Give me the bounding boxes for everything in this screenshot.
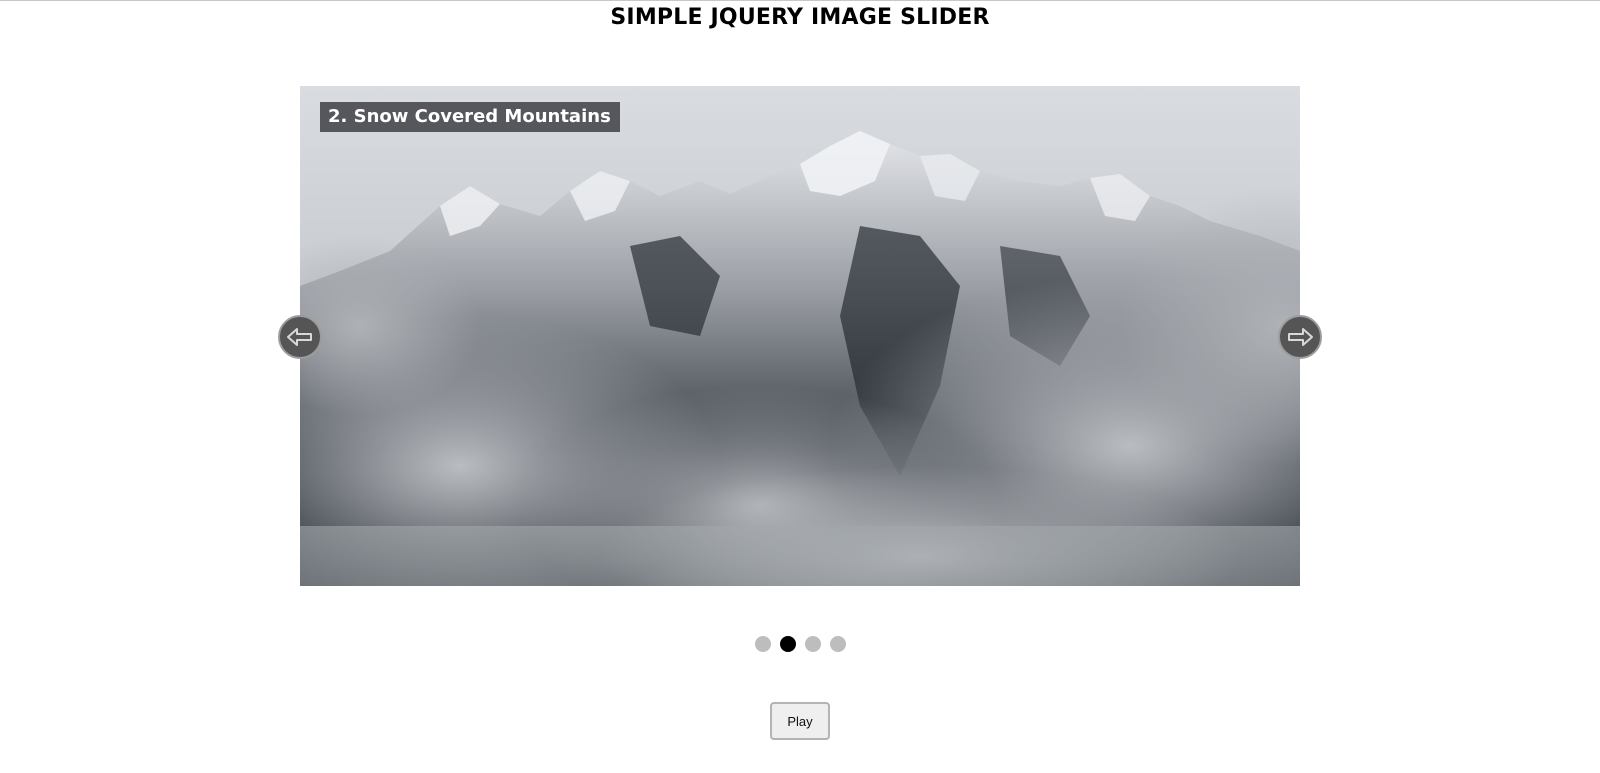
slide-image: [300, 86, 1300, 586]
arrow-right-icon: [1286, 327, 1314, 347]
slide-caption: 2. Snow Covered Mountains: [320, 102, 620, 132]
page-title: SIMPLE JQUERY IMAGE SLIDER: [610, 5, 990, 30]
slide-dot-1[interactable]: [754, 636, 771, 652]
previous-slide-button[interactable]: [278, 315, 322, 359]
next-slide-button[interactable]: [1278, 315, 1322, 359]
arrow-left-icon: [286, 327, 314, 347]
image-slider: 2. Snow Covered Mountains: [278, 86, 1322, 586]
play-button[interactable]: Play: [770, 702, 830, 740]
slide-dot-4[interactable]: [829, 636, 846, 652]
slide-dot-2[interactable]: [779, 636, 796, 652]
top-divider: [0, 0, 1600, 1]
slide-dot-3[interactable]: [804, 636, 821, 652]
slide-indicators: [0, 636, 1600, 652]
